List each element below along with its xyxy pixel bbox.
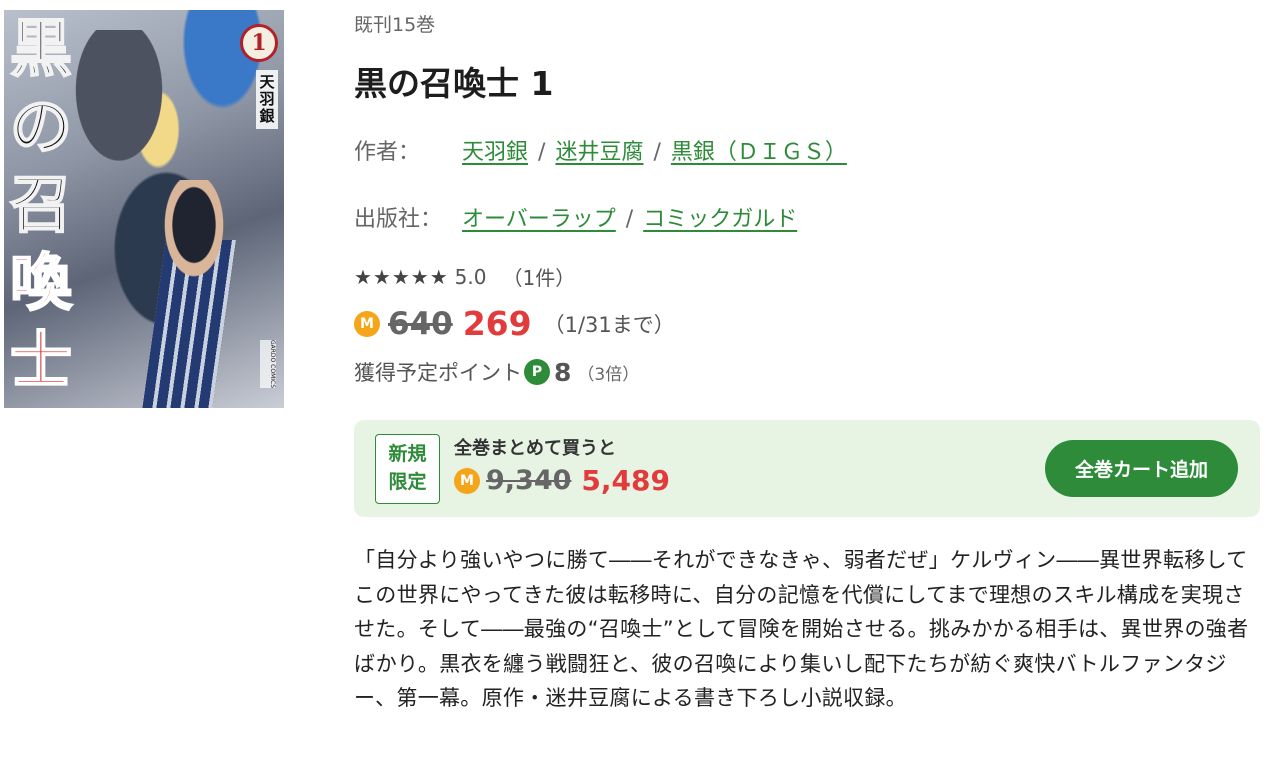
cover-art-hero-figure	[134, 180, 254, 330]
star-rating-icon: ★★★★★	[354, 264, 449, 289]
points-value: 8	[554, 357, 572, 387]
book-description: 「自分より強いやつに勝て――それができなきゃ、弱者だぜ」ケルヴィン――異世界転移…	[354, 548, 1249, 710]
book-cover-image[interactable]: 黒 の 召 喚 士 1 天 羽 銀 GARDO COMICS	[4, 10, 284, 408]
cover-volume-badge: 1	[240, 24, 278, 62]
review-count: （1件）	[502, 266, 576, 290]
sale-deadline: （1/31まで）	[543, 312, 675, 337]
points-multiplier: （3倍）	[577, 364, 640, 385]
publisher-link-2[interactable]: コミックガルド	[643, 201, 797, 233]
original-price: 640	[388, 305, 453, 342]
cover-imprint: GARDO COMICS	[260, 340, 276, 389]
author-label: 作者：	[354, 140, 421, 165]
bulk-label: 全巻まとめて買うと	[454, 438, 616, 459]
publisher-link-1[interactable]: オーバーラップ	[462, 201, 616, 233]
cover-title-lettering: 黒 の 召 喚 士	[9, 11, 73, 398]
publisher-label: 出版社：	[354, 207, 443, 232]
coin-icon: M	[454, 467, 480, 494]
point-icon: P	[524, 359, 550, 385]
bulk-price: M 9,340 5,489	[454, 464, 670, 497]
cover-art-armor-figure	[64, 30, 174, 180]
add-all-to-cart-button[interactable]: 全巻カート追加	[1045, 440, 1238, 497]
publisher-row: 出版社： オーバーラップ / コミックガルド	[354, 201, 797, 233]
author-link-1[interactable]: 天羽銀	[462, 134, 528, 166]
bulk-original-price: 9,340	[486, 465, 572, 496]
points-row: 獲得予定ポイント P 8 （3倍）	[354, 357, 639, 387]
price-row: M 640 269 （1/31まで）	[354, 304, 675, 343]
bulk-purchase-box: 新規 限定 全巻まとめて買うと M 9,340 5,489 全巻カート追加	[354, 420, 1260, 517]
bulk-sale-price: 5,489	[581, 464, 670, 497]
separator: /	[653, 140, 661, 165]
coin-icon: M	[354, 310, 380, 337]
cover-author-lettering: 天 羽 銀	[256, 70, 278, 129]
points-label: 獲得予定ポイント	[354, 361, 522, 385]
sale-price: 269	[462, 304, 532, 343]
author-link-3[interactable]: 黒銀（ＤＩＧＳ）	[671, 134, 847, 166]
author-link-2[interactable]: 迷井豆腐	[555, 134, 643, 166]
rating-row[interactable]: ★★★★★ 5.0 （1件）	[354, 262, 575, 291]
new-limited-badge: 新規 限定	[375, 434, 440, 504]
rating-score: 5.0	[454, 264, 487, 289]
separator: /	[538, 140, 546, 165]
page-title: 黒の召喚士 1	[354, 64, 554, 103]
separator: /	[625, 207, 634, 232]
author-row: 作者： 天羽銀 / 迷井豆腐 / 黒銀（ＤＩＧＳ）	[354, 134, 847, 166]
series-count: 既刊15巻	[354, 14, 436, 36]
